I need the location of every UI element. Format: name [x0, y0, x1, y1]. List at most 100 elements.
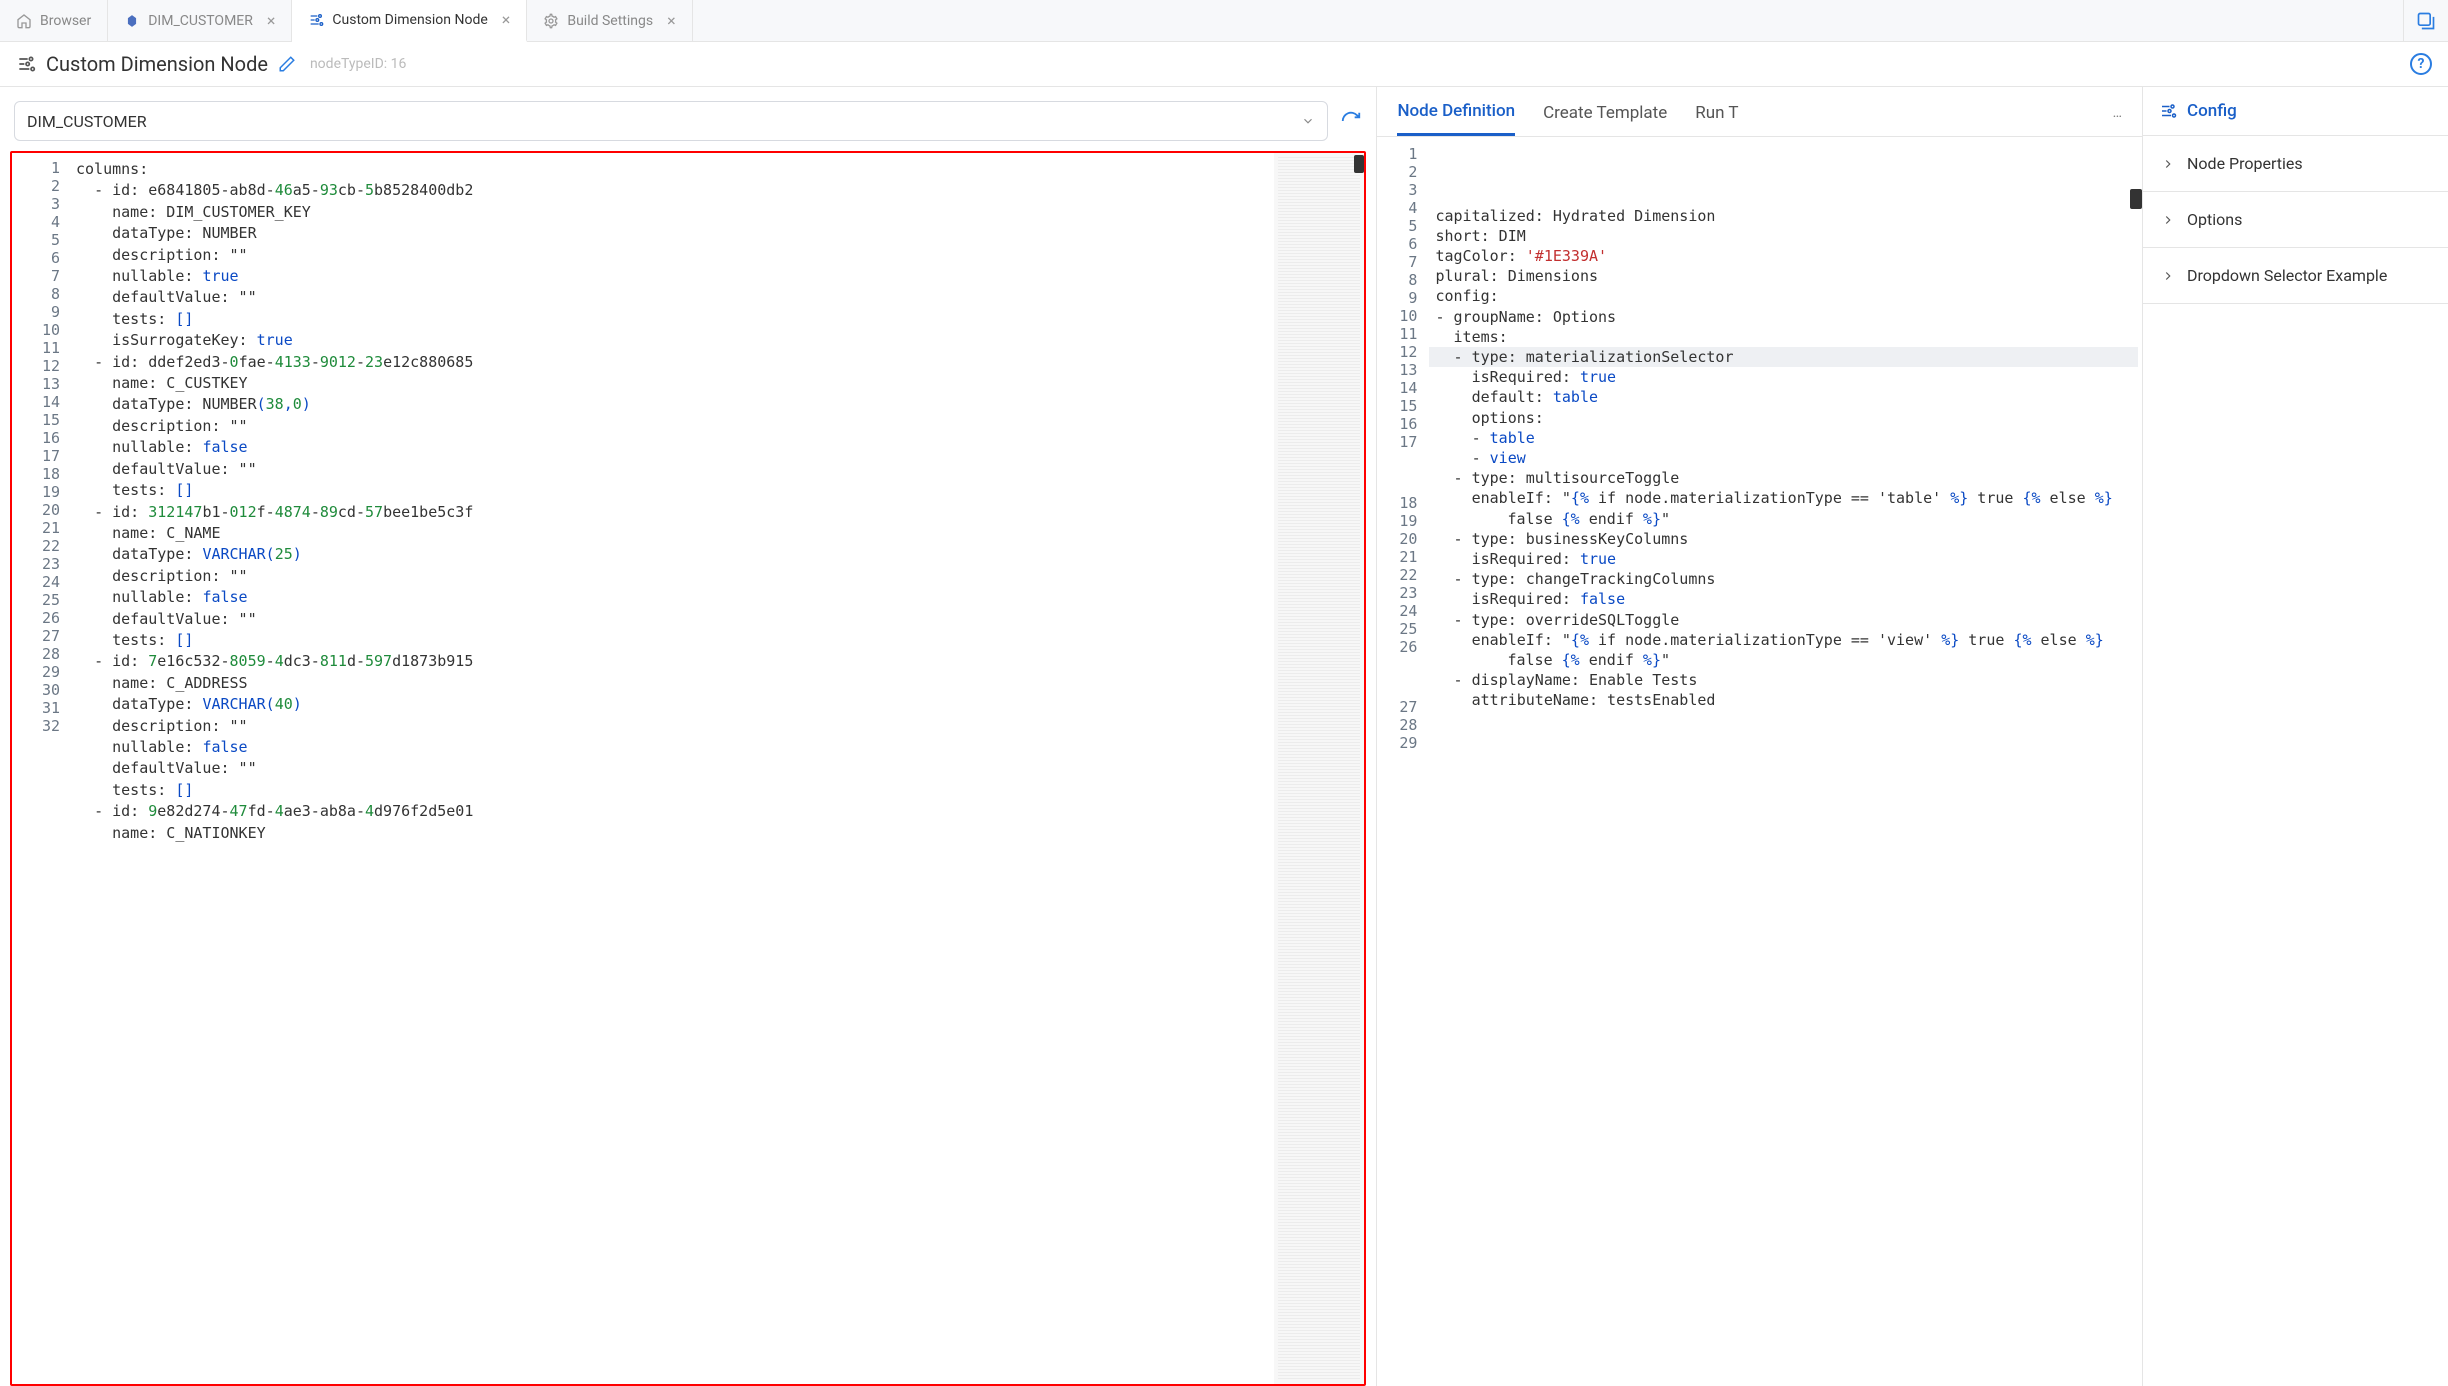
- edit-title-button[interactable]: [278, 55, 296, 73]
- accordion-label: Options: [2187, 210, 2242, 229]
- chevron-right-icon: [2161, 269, 2175, 283]
- line-gutter: 1234567891011121314151617181920212223242…: [12, 153, 68, 1384]
- columns-editor[interactable]: 1234567891011121314151617181920212223242…: [10, 151, 1366, 1386]
- chevron-right-icon: [2161, 157, 2175, 171]
- main-row: DIM_CUSTOMER 123456789101112131415161718…: [0, 86, 2448, 1386]
- page-header: Custom Dimension Node nodeTypeID: 16 ?: [0, 42, 2448, 86]
- code-line: isRequired: false: [1429, 589, 2138, 609]
- accordion-item-dropdown-selector-example[interactable]: Dropdown Selector Example: [2143, 248, 2448, 304]
- tab-node-definition[interactable]: Node Definition: [1397, 101, 1515, 136]
- code-line: defaultValue: "": [68, 758, 1274, 779]
- dimension-selector[interactable]: DIM_CUSTOMER: [14, 101, 1328, 141]
- tab-label: Browser: [40, 13, 91, 29]
- code-line: description: "": [68, 716, 1274, 737]
- tab-label: Custom Dimension Node: [332, 12, 487, 28]
- tab-build-settings[interactable]: Build Settings×: [527, 0, 692, 41]
- home-icon: [16, 13, 32, 29]
- page-title: Custom Dimension Node: [46, 52, 268, 76]
- code-line: name: DIM_CUSTOMER_KEY: [68, 202, 1274, 223]
- help-button[interactable]: ?: [2410, 53, 2432, 75]
- code-line: tests: []: [68, 480, 1274, 501]
- refresh-button[interactable]: [1340, 110, 1362, 132]
- code-line: name: C_NATIONKEY: [68, 823, 1274, 844]
- mid-column: Node Definition Create Template Run T … 123…: [1376, 87, 2142, 1386]
- code-line: - groupName: Options: [1429, 307, 2138, 327]
- code-line: description: "": [68, 245, 1274, 266]
- selector-value: DIM_CUSTOMER: [27, 112, 147, 131]
- definition-editor[interactable]: 1234567891011121314151617181920212223242…: [1377, 137, 2142, 1386]
- close-icon[interactable]: ×: [502, 12, 511, 28]
- code-line: attributeName: testsEnabled: [1429, 690, 2138, 710]
- tabs-bar: BrowserDIM_CUSTOMER×Custom Dimension Nod…: [0, 0, 2448, 42]
- code-line: default: table: [1429, 387, 2138, 407]
- code-line: enableIf: "{% if node.materializationTyp…: [1429, 488, 2138, 528]
- config-header: Config: [2143, 87, 2448, 136]
- tab-label: DIM_CUSTOMER: [148, 13, 253, 29]
- chevron-right-icon: [2161, 213, 2175, 227]
- code-line: defaultValue: "": [68, 459, 1274, 480]
- sliders-icon: [16, 54, 36, 74]
- code-line: isSurrogateKey: true: [68, 330, 1274, 351]
- app-root: BrowserDIM_CUSTOMER×Custom Dimension Nod…: [0, 0, 2448, 1386]
- code-line: isRequired: true: [1429, 367, 2138, 387]
- minimap-scroll-thumb[interactable]: [2130, 189, 2142, 209]
- code-line: - type: multisourceToggle: [1429, 468, 2138, 488]
- code-area[interactable]: capitalized: Hydrated Dimensionshort: DI…: [1425, 137, 2142, 1386]
- code-area[interactable]: columns: - id: e6841805-ab8d-46a5-93cb-5…: [68, 153, 1274, 1384]
- db-obj-icon: [124, 13, 140, 29]
- left-column: DIM_CUSTOMER 123456789101112131415161718…: [0, 87, 1376, 1386]
- code-line: plural: Dimensions: [1429, 266, 2138, 286]
- code-line: dataType: NUMBER: [68, 223, 1274, 244]
- code-line: tests: []: [68, 630, 1274, 651]
- code-line: - id: ddef2ed3-0fae-4133-9012-23e12c8806…: [68, 352, 1274, 373]
- code-line: - view: [1429, 448, 2138, 468]
- gear-icon: [543, 13, 559, 29]
- pin-panel-button[interactable]: [2403, 0, 2448, 41]
- header-meta: nodeTypeID: 16: [310, 56, 406, 72]
- selector-row: DIM_CUSTOMER: [10, 95, 1366, 151]
- code-line: - type: overrideSQLToggle: [1429, 610, 2138, 630]
- accordion-item-options[interactable]: Options: [2143, 192, 2448, 248]
- code-line: options:: [1429, 408, 2138, 428]
- right-column: Config Node Properties Options Dropdown Se…: [2142, 87, 2448, 1386]
- code-line: name: C_CUSTKEY: [68, 373, 1274, 394]
- chevron-down-icon: [1301, 114, 1315, 128]
- code-line: nullable: false: [68, 737, 1274, 758]
- code-line: - type: materializationSelector: [1429, 347, 2138, 367]
- close-icon[interactable]: ×: [667, 13, 676, 29]
- accordion-item-node-properties[interactable]: Node Properties: [2143, 136, 2448, 192]
- code-line: capitalized: Hydrated Dimension: [1429, 206, 2138, 226]
- code-line: description: "": [68, 416, 1274, 437]
- code-line: - id: e6841805-ab8d-46a5-93cb-5b8528400d…: [68, 180, 1274, 201]
- code-line: name: C_NAME: [68, 523, 1274, 544]
- minimap-scroll-thumb[interactable]: [1354, 155, 1364, 173]
- mid-tabs: Node Definition Create Template Run T …: [1377, 87, 2142, 136]
- code-line: tests: []: [68, 780, 1274, 801]
- code-line: - displayName: Enable Tests: [1429, 670, 2138, 690]
- accordion-label: Dropdown Selector Example: [2187, 266, 2387, 285]
- code-line: tests: []: [68, 309, 1274, 330]
- line-gutter: 1234567891011121314151617181920212223242…: [1377, 137, 1425, 1386]
- code-line: nullable: true: [68, 266, 1274, 287]
- code-line: defaultValue: "": [68, 609, 1274, 630]
- tab-run-t[interactable]: Run T: [1695, 103, 1738, 135]
- tab-browser[interactable]: Browser: [0, 0, 108, 41]
- close-icon[interactable]: ×: [267, 13, 276, 29]
- tab-create-template[interactable]: Create Template: [1543, 103, 1667, 135]
- code-line: - type: changeTrackingColumns: [1429, 569, 2138, 589]
- code-line: items:: [1429, 327, 2138, 347]
- code-line: isRequired: true: [1429, 549, 2138, 569]
- code-line: - id: 7e16c532-8059-4dc3-811d-597d1873b9…: [68, 651, 1274, 672]
- code-line: short: DIM: [1429, 226, 2138, 246]
- code-line: - id: 312147b1-012f-4874-89cd-57bee1be5c…: [68, 502, 1274, 523]
- code-line: - table: [1429, 428, 2138, 448]
- code-line: columns:: [68, 159, 1274, 180]
- code-line: - id: 9e82d274-47fd-4ae3-ab8a-4d976f2d5e…: [68, 801, 1274, 822]
- more-tabs-button[interactable]: …: [2113, 105, 2122, 133]
- tab-dim-customer[interactable]: DIM_CUSTOMER ×: [108, 0, 292, 41]
- minimap[interactable]: [1274, 153, 1364, 1384]
- sliders-icon: [308, 12, 324, 28]
- tab-custom-dimension-node[interactable]: Custom Dimension Node ×: [292, 0, 527, 42]
- code-line: defaultValue: "": [68, 287, 1274, 308]
- code-line: dataType: NUMBER(38,0): [68, 394, 1274, 415]
